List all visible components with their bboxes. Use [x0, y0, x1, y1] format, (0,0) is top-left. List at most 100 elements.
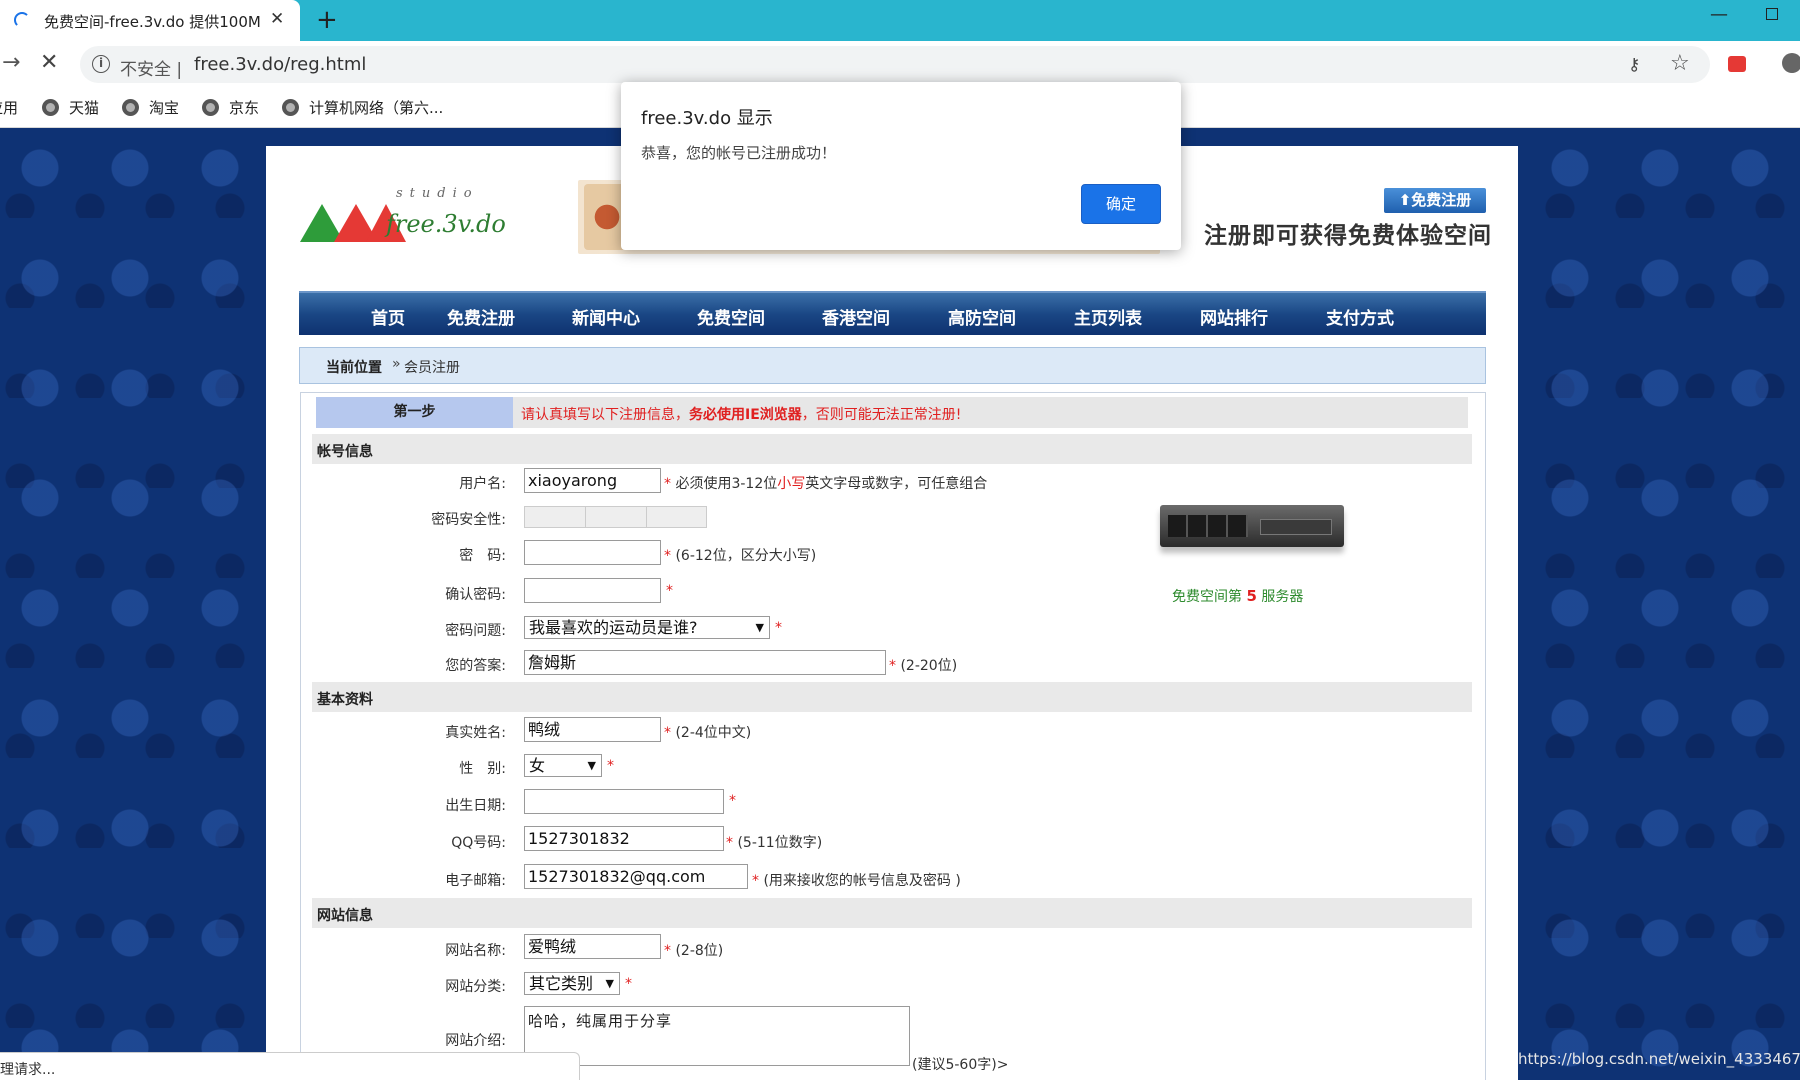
globe-icon	[202, 99, 219, 116]
logo-text: free.3v.do	[386, 210, 506, 238]
step-label: 第一步	[316, 397, 513, 428]
realname-hint: * (2-4位中文)	[664, 722, 751, 742]
confirm-password-label: 确认密码:	[445, 587, 506, 603]
hint-text: (2-8位)	[675, 943, 724, 959]
nav-hk-space[interactable]: 香港空间	[822, 304, 890, 329]
site-logo[interactable]: studio free.3v.do	[300, 186, 510, 252]
step-note: 请认真填写以下注册信息，务必使用IE浏览器，否则可能无法正常注册!	[521, 404, 961, 424]
bookmark-apps[interactable]: 应用	[0, 97, 18, 118]
sitename-input[interactable]: 爱鸭绒	[524, 934, 661, 959]
address-bar[interactable]: i 不安全 | free.3v.do/reg.html ⚷ ☆	[80, 46, 1710, 83]
bookmark-label: 天猫	[69, 99, 100, 117]
minimize-icon[interactable]: —	[1710, 4, 1728, 25]
nav-site-ranking[interactable]: 网站排行	[1200, 304, 1268, 329]
required-mark: *	[726, 835, 733, 851]
email-input[interactable]: 1527301832@qq.com	[524, 864, 748, 889]
section-title: 网站信息	[317, 908, 373, 924]
key-icon[interactable]: ⚷	[1628, 55, 1640, 75]
free-register-badge[interactable]: ⬆免费注册	[1384, 188, 1486, 213]
forward-icon[interactable]: →	[2, 50, 20, 75]
nav-homepage-list[interactable]: 主页列表	[1074, 304, 1142, 329]
dropdown-arrow-icon: ▼	[755, 621, 764, 634]
required-mark: *	[664, 943, 671, 959]
nav-payment[interactable]: 支付方式	[1326, 304, 1394, 329]
password-hint: * (6-12位，区分大小写)	[664, 545, 816, 565]
step-note-text: ，否则可能无法正常注册!	[801, 407, 962, 423]
required-mark: *	[625, 976, 632, 992]
category-select[interactable]: 其它类别 ▼	[524, 972, 620, 995]
profile-icon[interactable]	[1782, 53, 1800, 73]
answer-label: 您的答案:	[445, 658, 506, 674]
nav-free-register[interactable]: 免费注册	[447, 304, 515, 329]
intro-textarea[interactable]: 哈哈，纯属用于分享	[524, 1006, 910, 1066]
section-basic: 基本资料	[312, 682, 1472, 712]
restore-icon[interactable]	[1766, 8, 1778, 20]
required-mark: *	[729, 793, 736, 809]
security-label: 不安全 |	[120, 60, 183, 80]
username-input[interactable]: xiaoyarong	[524, 468, 661, 493]
select-value: 其它类别	[529, 974, 594, 993]
step-row: 第一步 请认真填写以下注册信息，务必使用IE浏览器，否则可能无法正常注册!	[316, 397, 1468, 428]
required-mark: *	[889, 658, 896, 674]
stop-loading-icon[interactable]: ✕	[40, 50, 58, 75]
password-strength-label: 密码安全性:	[431, 512, 506, 528]
bookmark-label: 京东	[229, 99, 260, 117]
watermark: https://blog.csdn.net/weixin_43334673	[1518, 1050, 1800, 1068]
username-hint: * 必须使用3-12位小写英文字母或数字，可任意组合	[664, 473, 987, 493]
qq-input[interactable]: 1527301832	[524, 826, 724, 851]
bookmark-jd[interactable]: 京东	[202, 97, 259, 118]
birthday-label: 出生日期:	[445, 798, 506, 814]
bookmark-tmall[interactable]: 天猫	[42, 97, 99, 118]
answer-input[interactable]: 詹姆斯	[524, 650, 886, 675]
birthday-input[interactable]	[524, 789, 724, 814]
globe-icon	[122, 99, 139, 116]
bookmark-taobao[interactable]: 淘宝	[122, 97, 179, 118]
sitename-hint: * (2-8位)	[664, 940, 723, 960]
close-tab-icon[interactable]: ✕	[270, 9, 284, 29]
section-title: 帐号信息	[317, 444, 373, 460]
breadcrumb-separator: »	[392, 356, 401, 372]
section-account: 帐号信息	[312, 434, 1472, 464]
server-number: 5	[1246, 587, 1257, 605]
select-value: 女	[529, 756, 546, 775]
hint-text: 必须使用3-12位	[675, 476, 778, 492]
nav-ddos-space[interactable]: 高防空间	[948, 304, 1016, 329]
sitename-label: 网站名称:	[445, 943, 506, 959]
step-note-text: 请认真填写以下注册信息，	[521, 407, 689, 423]
nav-free-space[interactable]: 免费空间	[697, 304, 765, 329]
select-value: 我最喜欢的运动员是谁?	[529, 618, 698, 637]
nav-home[interactable]: 首页	[371, 304, 405, 329]
security-question-select[interactable]: 我最喜欢的运动员是谁? ▼	[524, 616, 770, 639]
nav-news[interactable]: 新闻中心	[572, 304, 640, 329]
hint-text: (2-20位)	[900, 658, 958, 674]
alert-ok-button[interactable]: 确定	[1081, 184, 1161, 224]
gender-select[interactable]: 女 ▼	[524, 754, 602, 777]
bookmark-star-icon[interactable]: ☆	[1670, 51, 1690, 76]
intro-label: 网站介绍:	[445, 1033, 506, 1049]
realname-label: 真实姓名:	[445, 725, 506, 741]
password-input[interactable]	[524, 540, 661, 565]
hint-text: (6-12位，区分大小写)	[675, 548, 817, 564]
password-label: 密 码:	[459, 548, 506, 564]
required-mark: *	[752, 873, 759, 889]
confirm-password-input[interactable]	[524, 578, 661, 603]
globe-icon	[282, 99, 299, 116]
url-text[interactable]: free.3v.do/reg.html	[194, 54, 366, 75]
bookmark-network-book[interactable]: 计算机网络（第六...	[282, 97, 443, 118]
gender-label: 性 别:	[459, 761, 506, 777]
badge-label: 免费注册	[1411, 191, 1472, 209]
step-note-emphasis: 务必使用IE浏览器	[689, 407, 802, 423]
extension-icon[interactable]	[1728, 56, 1746, 72]
new-tab-icon[interactable]: +	[316, 5, 338, 35]
loading-icon	[14, 12, 30, 28]
bookmark-label: 淘宝	[149, 99, 180, 117]
qq-label: QQ号码:	[451, 835, 506, 851]
info-icon[interactable]: i	[92, 55, 110, 73]
password-strength-meter	[524, 506, 707, 528]
answer-hint: * (2-20位)	[889, 655, 957, 675]
browser-tab[interactable]: 免费空间-free.3v.do 提供100MB ✕	[0, 0, 300, 41]
globe-icon	[42, 99, 59, 116]
breadcrumb-label[interactable]: 当前位置	[326, 357, 382, 377]
realname-input[interactable]: 鸭绒	[524, 717, 661, 742]
required-mark: *	[664, 476, 671, 492]
